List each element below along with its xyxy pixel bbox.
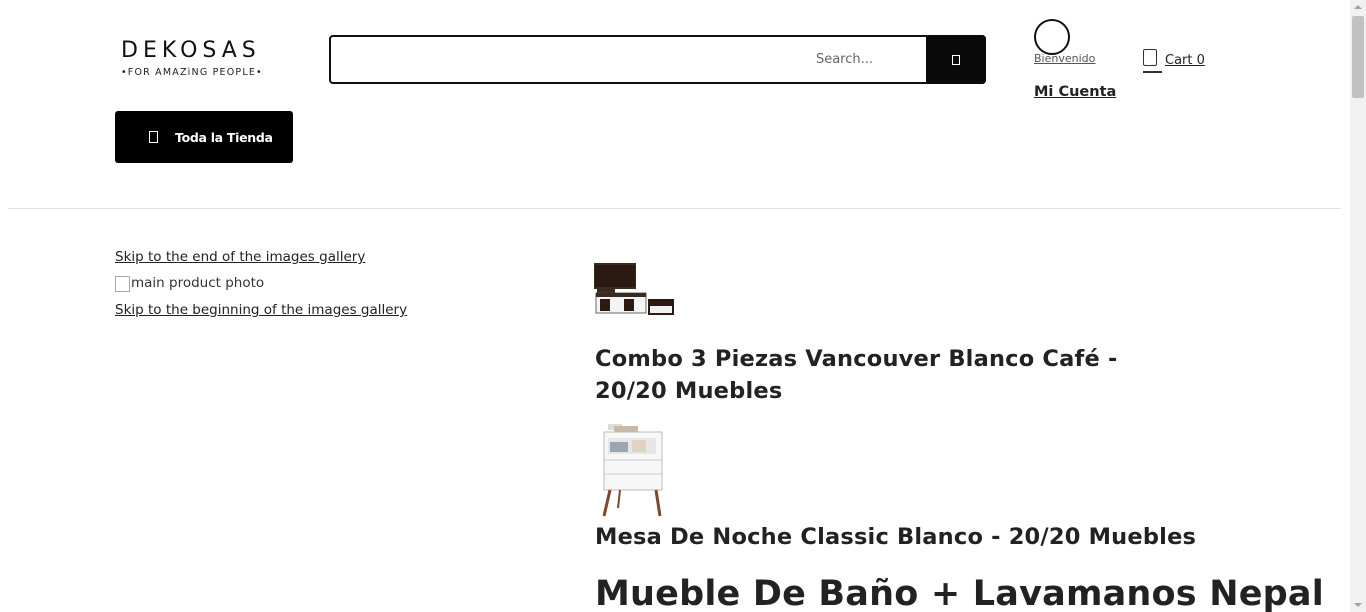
cart-label: Cart 0 — [1165, 53, 1205, 68]
product-image-combo[interactable] — [594, 263, 676, 317]
all-store-button[interactable]: Toda la Tienda — [115, 111, 293, 163]
my-account-link[interactable]: Mi Cuenta — [1034, 84, 1116, 100]
all-store-label: Toda la Tienda — [175, 129, 273, 145]
product-title[interactable]: Mesa De Noche Classic Blanco - 20/20 Mue… — [595, 522, 1196, 552]
photo-alt-text: main product photo — [131, 275, 265, 291]
search-button[interactable] — [926, 35, 986, 84]
product-image-nightstand[interactable] — [594, 424, 664, 518]
scroll-up-icon[interactable] — [1354, 5, 1362, 9]
cart-icon-underline — [1143, 71, 1162, 73]
welcome-link[interactable]: Bienvenido — [1034, 52, 1095, 65]
product-title[interactable]: Mueble De Baño + Lavamanos Nepal — [595, 572, 1324, 612]
logo-wordmark: DEKOSAS — [121, 38, 261, 63]
menu-icon — [149, 131, 158, 143]
skip-to-start-link[interactable]: Skip to the beginning of the images gall… — [115, 302, 407, 318]
search-icon — [952, 54, 960, 65]
search-input[interactable] — [331, 37, 928, 82]
site-header: DEKOSAS •FOR AMAZiNG PEOPLE• Bienvenido … — [0, 0, 1350, 209]
main-product-photo: main product photo — [115, 275, 265, 292]
broken-image-icon — [115, 276, 130, 292]
cart-icon — [1143, 49, 1157, 66]
site-logo[interactable]: DEKOSAS •FOR AMAZiNG PEOPLE• — [121, 38, 267, 79]
account-block: Bienvenido Mi Cuenta — [1034, 19, 1116, 100]
user-icon[interactable] — [1034, 19, 1070, 55]
cart-link[interactable]: Cart 0 — [1143, 49, 1205, 73]
scroll-thumb[interactable] — [1352, 16, 1364, 98]
skip-to-end-link[interactable]: Skip to the end of the images gallery — [115, 249, 365, 265]
product-title[interactable]: Combo 3 Piezas Vancouver Blanco Café - 2… — [595, 343, 1195, 407]
page-scrollbar[interactable] — [1350, 0, 1366, 612]
scroll-down-icon[interactable] — [1354, 603, 1362, 607]
logo-tagline: •FOR AMAZiNG PEOPLE• — [121, 67, 263, 78]
header-divider — [8, 208, 1341, 209]
search-bar — [329, 35, 986, 84]
